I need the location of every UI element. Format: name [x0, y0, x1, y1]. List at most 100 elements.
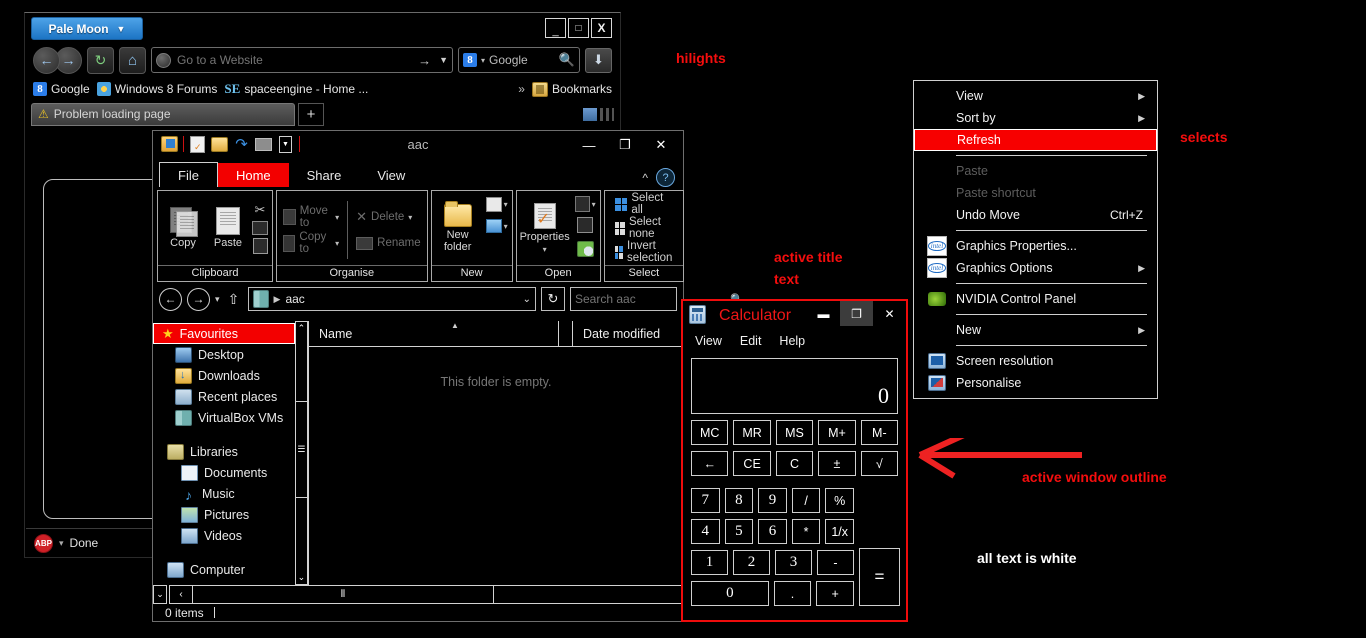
sidebar-item-favourites[interactable]: ★ Favourites	[153, 323, 295, 344]
delete-button[interactable]: ✕ Delete ▾	[354, 207, 422, 227]
bookmark-google[interactable]: 8 Google	[33, 82, 90, 96]
scroll-up-button[interactable]: ⌃	[296, 322, 307, 335]
edit-button[interactable]	[577, 217, 594, 236]
column-header-spacer[interactable]	[559, 321, 573, 346]
horizontal-scrollbar[interactable]: ⌄ ‹ ⦀	[153, 585, 683, 604]
browser-search-box[interactable]: 8 ▾ Google 🔍	[458, 47, 580, 73]
backspace-button[interactable]: ←	[691, 451, 729, 476]
digit-3-button[interactable]: 3	[775, 550, 812, 575]
history-button[interactable]	[576, 241, 594, 260]
tab-view[interactable]: View	[359, 163, 423, 187]
sidebar-item-desktop[interactable]: Desktop	[153, 344, 295, 365]
chevron-down-icon[interactable]: ▾	[59, 538, 64, 549]
rename-button[interactable]: Rename	[354, 233, 422, 253]
recent-locations-icon[interactable]: ▾	[215, 294, 220, 305]
digit-5-button[interactable]: 5	[724, 519, 754, 544]
digit-0-button[interactable]: 0	[691, 581, 769, 606]
context-menu-item-graphics-options[interactable]: intel Graphics Options ▶	[914, 257, 1157, 279]
divide-button[interactable]: /	[791, 488, 821, 513]
new-tab-button[interactable]: +	[298, 102, 324, 126]
tab-home[interactable]: Home	[217, 163, 289, 187]
file-explorer-window[interactable]: ✓ ↷ ▼ aac — ❐ ✕ File Home Share View ^ ?…	[152, 130, 744, 622]
sidebar-item-downloads[interactable]: ↓ Downloads	[153, 365, 295, 386]
minimize-button[interactable]: —	[571, 131, 607, 159]
up-button[interactable]: ⇧	[225, 289, 243, 310]
context-menu-item-graphics-properties[interactable]: intel Graphics Properties...	[914, 235, 1157, 257]
menu-edit[interactable]: Edit	[740, 334, 762, 348]
subtract-button[interactable]: -	[817, 550, 854, 575]
properties-button[interactable]: ✓ Properties ▾	[520, 202, 570, 254]
sidebar-item-pictures[interactable]: Pictures	[153, 504, 295, 525]
reload-button[interactable]: ↻	[87, 46, 114, 74]
digit-6-button[interactable]: 6	[758, 519, 787, 544]
minimize-button[interactable]: ▬	[807, 301, 840, 326]
memory-store-button[interactable]: MS	[775, 420, 814, 445]
column-header-name[interactable]: Name	[309, 321, 559, 346]
menu-view[interactable]: View	[695, 334, 722, 348]
browser-tab[interactable]: ⚠ Problem loading page	[31, 102, 295, 126]
chevron-down-icon[interactable]: ⌄	[523, 294, 531, 305]
select-all-button[interactable]: Select all	[613, 192, 679, 216]
copy-path-icon[interactable]	[252, 221, 268, 235]
chevron-up-icon[interactable]: ^	[642, 171, 648, 185]
back-button[interactable]: ←	[159, 287, 182, 311]
bookmarks-folder[interactable]: Bookmarks	[531, 81, 612, 97]
calculator-window[interactable]: Calculator ▬ ❐ ✕ View Edit Help 0 MC MR …	[681, 299, 908, 622]
sidebar-item-music[interactable]: ♪ Music	[153, 483, 295, 504]
search-input[interactable]: 🔍	[570, 287, 744, 311]
bookmarks-overflow-icon[interactable]: »	[518, 82, 525, 96]
chevron-down-icon[interactable]: ▾	[481, 56, 485, 65]
maximize-button[interactable]: ❐	[607, 131, 643, 159]
menu-help[interactable]: Help	[779, 334, 805, 348]
url-input[interactable]: → ▼	[151, 47, 453, 73]
paste-shortcut-icon[interactable]	[252, 238, 268, 254]
sidebar-item-libraries[interactable]: Libraries	[153, 441, 295, 462]
column-header-date-modified[interactable]: Date modified	[573, 321, 683, 346]
context-menu-item-new[interactable]: New ▶	[914, 319, 1157, 341]
bookmark-spaceengine[interactable]: SE spaceengine - Home ...	[224, 81, 368, 97]
tab-share[interactable]: Share	[289, 163, 360, 187]
memory-recall-button[interactable]: MR	[733, 420, 771, 445]
file-list-view[interactable]: Name Date modified ▲ This folder is empt…	[308, 321, 683, 585]
select-none-button[interactable]: Select none	[613, 216, 679, 240]
maximize-button[interactable]: ❐	[840, 301, 873, 326]
context-menu-item-nvidia-control-panel[interactable]: NVIDIA Control Panel	[914, 288, 1157, 310]
scroll-left-button[interactable]: ‹	[170, 586, 193, 603]
scroll-down-button[interactable]: ⌄	[153, 585, 167, 604]
clear-button[interactable]: C	[775, 451, 814, 476]
reciprocal-button[interactable]: 1/x	[825, 519, 854, 544]
context-menu-item-personalise[interactable]: Personalise	[914, 372, 1157, 394]
new-item-button[interactable]: ▾	[485, 197, 508, 212]
percent-button[interactable]: %	[825, 488, 854, 513]
memory-subtract-button[interactable]: M-	[860, 420, 899, 445]
url-text-field[interactable]	[177, 53, 413, 67]
sidebar-item-documents[interactable]: Documents	[153, 462, 295, 483]
open-button[interactable]: ▾	[574, 196, 596, 212]
memory-add-button[interactable]: M+	[818, 420, 856, 445]
all-tabs-icon[interactable]	[600, 107, 614, 121]
clear-entry-button[interactable]: CE	[733, 451, 771, 476]
sidebar-item-videos[interactable]: Videos	[153, 525, 295, 546]
bookmark-windows-8-forums[interactable]: Windows 8 Forums	[96, 82, 217, 96]
copy-button[interactable]: Copy	[162, 207, 204, 249]
move-to-button[interactable]: Move to ▾	[281, 205, 341, 229]
scroll-down-button[interactable]: ⌄	[296, 571, 307, 584]
square-root-button[interactable]: √	[860, 451, 899, 476]
add-button[interactable]: +	[816, 581, 854, 606]
digit-9-button[interactable]: 9	[758, 488, 787, 513]
invert-selection-button[interactable]: Invert selection	[613, 240, 679, 264]
digit-2-button[interactable]: 2	[733, 550, 770, 575]
go-arrow-icon[interactable]: →	[418, 53, 431, 68]
tab-groups-icon[interactable]	[583, 107, 597, 121]
memory-clear-button[interactable]: MC	[691, 420, 729, 445]
minimize-button[interactable]: _	[545, 18, 566, 38]
easy-access-button[interactable]: ▾	[485, 219, 508, 233]
copy-to-button[interactable]: Copy to ▾	[281, 231, 341, 255]
context-menu-item-undo-move[interactable]: Undo Move Ctrl+Z	[914, 204, 1157, 226]
new-folder-button[interactable]: New folder	[436, 200, 480, 253]
pale-moon-app-button[interactable]: Pale Moon ▼	[31, 17, 143, 40]
forward-button[interactable]: →	[187, 287, 210, 311]
context-menu-item-sort-by[interactable]: Sort by ▶	[914, 107, 1157, 129]
downloads-button[interactable]: ⬇	[585, 47, 612, 73]
sign-toggle-button[interactable]: ±	[818, 451, 856, 476]
